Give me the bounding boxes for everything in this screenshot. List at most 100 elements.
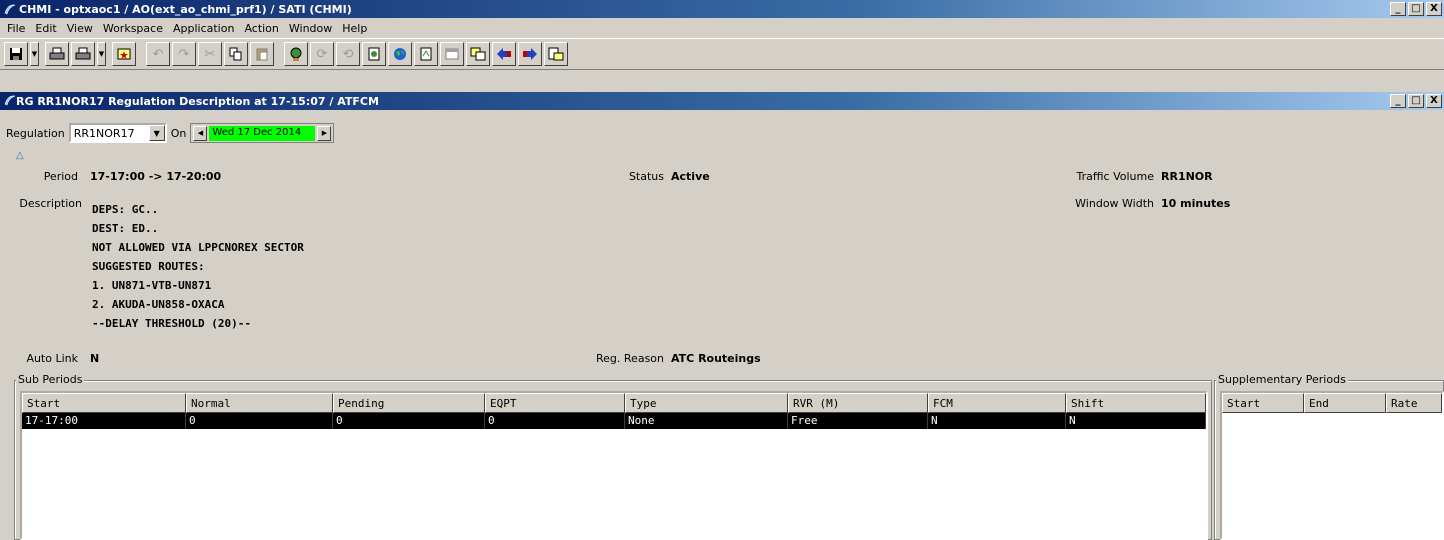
cell-shift: N: [1066, 413, 1206, 429]
child-close-button[interactable]: X: [1426, 94, 1442, 108]
column-header-fcm[interactable]: FCM: [928, 393, 1066, 413]
tile-windows-icon[interactable]: [466, 42, 490, 66]
column-header-eqpt[interactable]: EQPT: [485, 393, 625, 413]
column-header-start[interactable]: Start: [22, 393, 186, 413]
child-window-icon: [4, 94, 16, 109]
child-window-title-bar[interactable]: RG RR1NOR17 Regulation Description at 17…: [0, 92, 1444, 110]
date-picker: ◀ Wed 17 Dec 2014 ▶: [190, 123, 335, 143]
supplementary-periods-title: Supplementary Periods: [1216, 373, 1348, 386]
auto-link-label: Auto Link: [26, 352, 78, 365]
window-icon[interactable]: [440, 42, 464, 66]
column-header-type[interactable]: Type: [625, 393, 788, 413]
column-header-rate[interactable]: Rate: [1386, 393, 1442, 413]
collapse-triangle-icon[interactable]: △: [16, 150, 24, 161]
column-header-end[interactable]: End: [1304, 393, 1386, 413]
on-label: On: [170, 126, 187, 140]
description-line: DEST: ED..: [92, 222, 159, 235]
sheet-icon[interactable]: [414, 42, 438, 66]
menu-action[interactable]: Action: [239, 22, 283, 35]
redo-icon[interactable]: ↷: [172, 42, 196, 66]
description-line: --DELAY THRESHOLD (20)--: [92, 317, 251, 330]
menu-view[interactable]: View: [62, 22, 98, 35]
cell-pending: 0: [333, 413, 485, 429]
column-header-start[interactable]: Start: [1222, 393, 1304, 413]
export-icon[interactable]: [544, 42, 568, 66]
close-button[interactable]: X: [1426, 2, 1442, 16]
column-header-normal[interactable]: Normal: [186, 393, 333, 413]
save-dropdown[interactable]: ▼: [30, 42, 39, 66]
auto-link-value: N: [90, 352, 100, 365]
cell-type: None: [625, 413, 788, 429]
menu-edit[interactable]: Edit: [30, 22, 61, 35]
copy-icon[interactable]: [224, 42, 248, 66]
description-line: 1. UN871-VTB-UN871: [92, 279, 212, 292]
favorite-icon[interactable]: [112, 42, 136, 66]
status-value: Active: [671, 170, 710, 183]
toolbar: ▼ ▼ ↶ ↷ ✂ ⟳ ⟲: [0, 38, 1444, 70]
cell-eqpt: 0: [485, 413, 625, 429]
world-icon[interactable]: [388, 42, 412, 66]
menu-file[interactable]: File: [2, 22, 30, 35]
cell-normal: 0: [186, 413, 333, 429]
document-icon[interactable]: [362, 42, 386, 66]
menu-window[interactable]: Window: [284, 22, 337, 35]
sub-periods-title: Sub Periods: [16, 373, 85, 386]
globe-user-icon[interactable]: [284, 42, 308, 66]
arrow-right-icon[interactable]: [518, 42, 542, 66]
window-title: CHMI - optxaoc1 / AO(ext_ao_chmi_prf1) /…: [19, 2, 352, 16]
period-label: Period: [43, 170, 78, 183]
cell-start: 17-17:00: [22, 413, 186, 429]
traffic-volume-label: Traffic Volume: [1076, 170, 1154, 183]
maximize-button[interactable]: □: [1408, 2, 1424, 16]
description-line: DEPS: GC..: [92, 203, 159, 216]
description-label: Description: [19, 197, 82, 210]
undo-icon[interactable]: ↶: [146, 42, 170, 66]
previous-day-icon[interactable]: ◀: [193, 125, 208, 141]
paste-icon[interactable]: [250, 42, 274, 66]
description-line: 2. AKUDA-UN858-OXACA: [92, 298, 225, 311]
column-header-rvr[interactable]: RVR (M): [788, 393, 928, 413]
menu-bar: File Edit View Workspace Application Act…: [0, 18, 1444, 38]
minimize-button[interactable]: _: [1390, 2, 1406, 16]
refresh-icon[interactable]: ⟳: [310, 42, 334, 66]
menu-help[interactable]: Help: [337, 22, 372, 35]
menu-application[interactable]: Application: [168, 22, 239, 35]
sub-periods-header: Start Normal Pending EQPT Type RVR (M) F…: [22, 393, 1206, 413]
cell-fcm: N: [928, 413, 1066, 429]
menu-workspace[interactable]: Workspace: [98, 22, 168, 35]
print-dropdown[interactable]: ▼: [97, 42, 106, 66]
cell-rvr: Free: [788, 413, 928, 429]
description-line: NOT ALLOWED VIA LPPCNOREX SECTOR: [92, 241, 304, 254]
description-text: DEPS: GC.. DEST: ED.. NOT ALLOWED VIA LP…: [92, 200, 304, 333]
sub-periods-table: Start Normal Pending EQPT Type RVR (M) F…: [20, 391, 1208, 540]
child-minimize-button[interactable]: _: [1390, 94, 1406, 108]
traffic-volume-value: RR1NOR: [1161, 170, 1213, 183]
next-day-icon[interactable]: ▶: [317, 125, 332, 141]
regulation-value[interactable]: RR1NOR17: [71, 125, 149, 141]
reload-icon[interactable]: ⟲: [336, 42, 360, 66]
supplementary-periods-header: Start End Rate: [1222, 393, 1442, 413]
column-header-pending[interactable]: Pending: [333, 393, 485, 413]
reg-reason-value: ATC Routeings: [671, 352, 761, 365]
description-line: SUGGESTED ROUTES:: [92, 260, 205, 273]
cut-icon[interactable]: ✂: [198, 42, 222, 66]
column-header-shift[interactable]: Shift: [1066, 393, 1206, 413]
period-value: 17-17:00 -> 17-20:00: [90, 170, 222, 183]
status-label: Status: [628, 170, 664, 183]
regulation-label: Regulation: [6, 126, 65, 140]
save-icon[interactable]: [4, 42, 28, 66]
supplementary-periods-table: Start End Rate: [1220, 391, 1444, 540]
print-icon[interactable]: [45, 42, 69, 66]
arrow-left-icon[interactable]: [492, 42, 516, 66]
table-row[interactable]: 17-17:00 0 0 0 None Free N N: [22, 413, 1206, 429]
main-title-bar[interactable]: CHMI - optxaoc1 / AO(ext_ao_chmi_prf1) /…: [0, 0, 1444, 18]
child-maximize-button[interactable]: □: [1408, 94, 1424, 108]
reg-reason-label: Reg. Reason: [596, 352, 664, 365]
child-window-title: RG RR1NOR17 Regulation Description at 17…: [16, 94, 379, 108]
print-preview-icon[interactable]: [71, 42, 95, 66]
chevron-down-icon[interactable]: ▼: [148, 125, 165, 141]
app-icon: [4, 3, 16, 15]
window-width-value: 10 minutes: [1161, 197, 1231, 210]
date-value[interactable]: Wed 17 Dec 2014: [209, 125, 316, 141]
regulation-combo[interactable]: RR1NOR17 ▼: [68, 123, 167, 143]
